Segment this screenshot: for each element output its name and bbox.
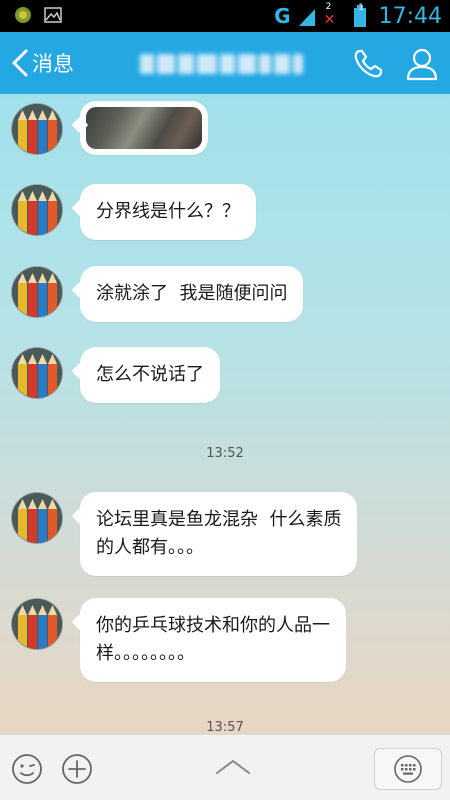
image-thumbnail[interactable] <box>86 107 202 149</box>
back-button[interactable]: 消息 <box>10 44 74 82</box>
plus-icon[interactable] <box>60 752 94 786</box>
keyboard-toggle-button[interactable] <box>374 748 442 790</box>
timestamp: 13:52 <box>206 446 244 461</box>
sim2-label: 2 <box>325 2 332 12</box>
keyboard-icon <box>394 755 422 783</box>
emoji-icon[interactable] <box>10 752 44 786</box>
input-toolbar <box>0 734 450 800</box>
message-bubble[interactable]: 涂就涂了 我是随便问问 <box>80 266 304 322</box>
message-text-line: 样。。。。。。。。 <box>96 643 195 664</box>
contact-name-blurred <box>140 52 310 76</box>
clock: 17:44 <box>378 3 442 29</box>
profile-icon[interactable] <box>404 46 440 82</box>
timestamp: 13:57 <box>206 720 244 734</box>
status-bar: G 1 2 ✕ 17:44 <box>0 0 450 32</box>
message-text-line: 你的乒乓球技术和你的人品一 <box>96 615 330 636</box>
pencils-icon <box>12 104 62 154</box>
pencils-icon <box>12 348 62 398</box>
image-notification-icon <box>44 7 62 23</box>
message-text: 涂就涂了 我是随便问问 <box>96 283 288 304</box>
contact-avatar[interactable] <box>11 266 63 318</box>
network-type: G <box>274 4 291 28</box>
no-signal-icon: ✕ <box>323 12 336 28</box>
chevron-left-icon <box>12 49 28 77</box>
pencils-icon <box>12 493 62 543</box>
back-label: 消息 <box>32 52 74 76</box>
signal-icon-sim1 <box>298 9 315 26</box>
contact-avatar[interactable] <box>11 184 63 236</box>
contact-avatar[interactable] <box>11 492 63 544</box>
chat-area[interactable]: 分界线是什么？？ 涂就涂了 我是随便问问 怎么不说话了 13:52 论坛里真是鱼… <box>0 94 450 734</box>
chat-header: 消息 <box>0 32 450 94</box>
image-message[interactable] <box>80 101 208 155</box>
message-bubble[interactable]: 分界线是什么？？ <box>80 184 256 240</box>
message-text-line: 论坛里真是鱼龙混杂 什么素质 <box>96 509 342 530</box>
phone-icon[interactable] <box>350 46 386 82</box>
contact-avatar[interactable] <box>11 347 63 399</box>
pencils-icon <box>12 185 62 235</box>
message-text: 怎么不说话了 <box>96 364 204 385</box>
app-notification-icon <box>15 7 31 23</box>
message-bubble[interactable]: 你的乒乓球技术和你的人品一 样。。。。。。。。 <box>80 598 346 682</box>
contact-avatar[interactable] <box>11 103 63 155</box>
pencils-icon <box>12 599 62 649</box>
sim1-label: 1 <box>358 3 364 13</box>
message-bubble[interactable]: 论坛里真是鱼龙混杂 什么素质 的人都有。。。 <box>80 492 358 576</box>
contact-avatar[interactable] <box>11 598 63 650</box>
pencils-icon <box>12 267 62 317</box>
message-bubble[interactable]: 怎么不说话了 <box>80 347 220 403</box>
chevron-up-icon[interactable] <box>214 757 252 777</box>
message-text: 分界线是什么？？ <box>96 201 240 222</box>
message-text-line: 的人都有。。。 <box>96 537 204 558</box>
